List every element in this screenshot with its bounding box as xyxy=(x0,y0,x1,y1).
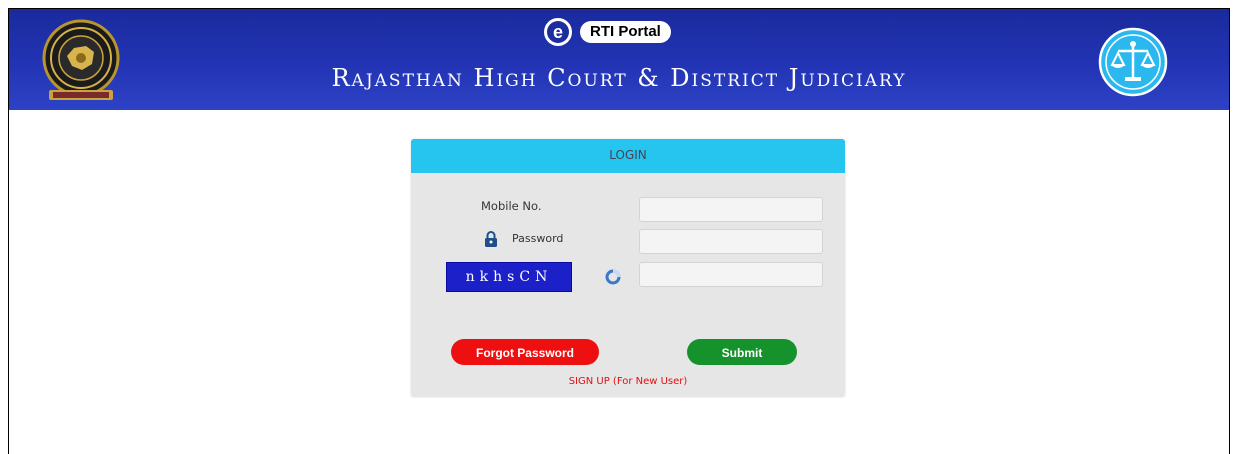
scales-of-justice-icon xyxy=(1098,27,1168,97)
password-input[interactable] xyxy=(639,229,823,254)
e-logo-icon: e xyxy=(544,18,572,46)
login-card: LOGIN Mobile No. Password nkhsCN Forgot … xyxy=(411,139,845,397)
refresh-captcha-icon[interactable] xyxy=(605,269,621,285)
captcha-input[interactable] xyxy=(639,262,823,287)
site-header: e RTI Portal Rajasthan High Court & Dist… xyxy=(9,9,1229,110)
mobile-input[interactable] xyxy=(639,197,823,222)
page-frame: e RTI Portal Rajasthan High Court & Dist… xyxy=(8,8,1230,454)
court-title: Rajasthan High Court & District Judiciar… xyxy=(331,64,907,92)
captcha-image: nkhsCN xyxy=(446,262,572,292)
lock-icon xyxy=(485,231,497,247)
submit-button[interactable]: Submit xyxy=(687,339,797,365)
signup-link[interactable]: SIGN UP (For New User) xyxy=(411,376,845,387)
password-label: Password xyxy=(512,232,564,245)
rti-portal-badge: e RTI Portal xyxy=(544,17,671,47)
rti-portal-label: RTI Portal xyxy=(580,21,671,43)
e-logo-letter: e xyxy=(547,21,569,43)
forgot-password-button[interactable]: Forgot Password xyxy=(451,339,599,365)
mobile-label: Mobile No. xyxy=(481,199,542,213)
login-heading: LOGIN xyxy=(411,139,845,173)
